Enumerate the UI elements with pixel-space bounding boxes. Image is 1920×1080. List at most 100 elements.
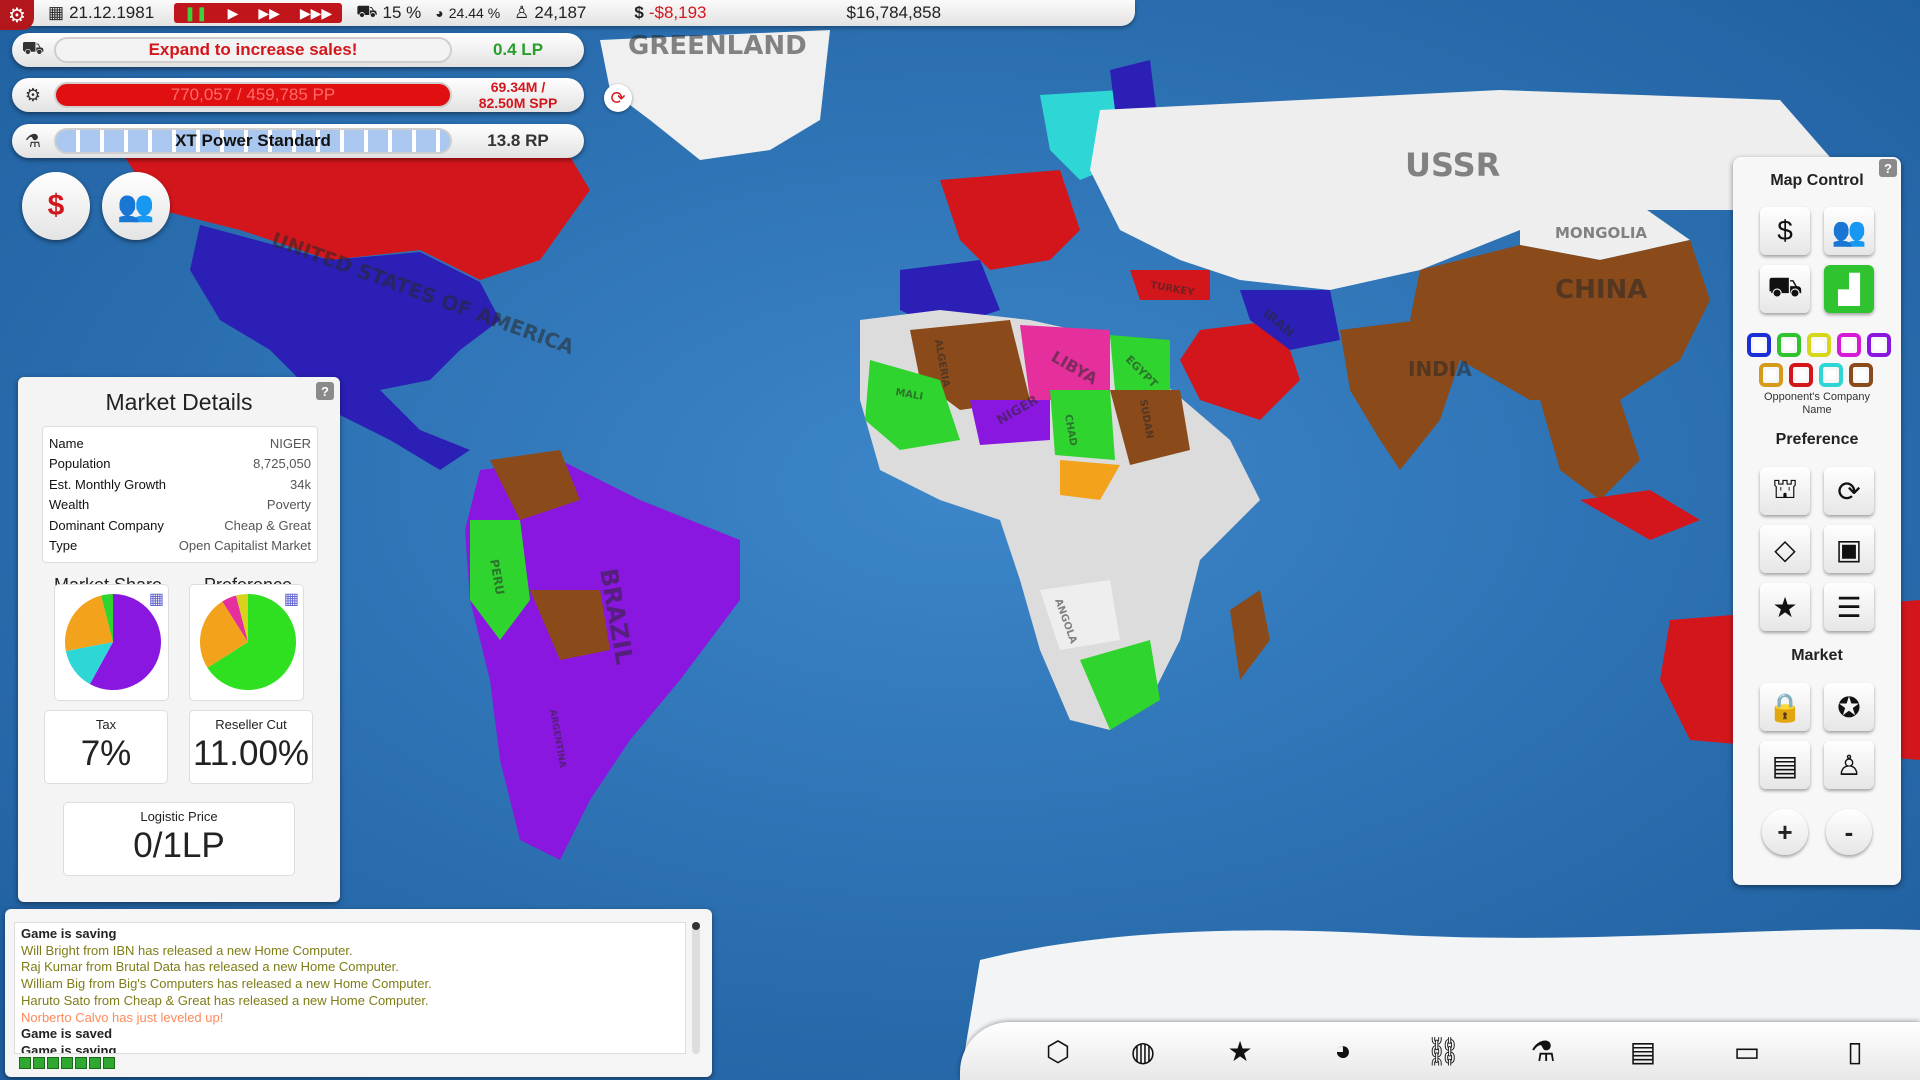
logistics-view-button[interactable]: ⛟ [1760, 265, 1810, 313]
play-icon[interactable]: ▶ [224, 5, 243, 22]
factory-icon: ⛫ [1772, 473, 1798, 504]
clock-icon: ⟳ [1837, 475, 1861, 507]
filter-alert-icon[interactable] [103, 1057, 115, 1069]
log-list[interactable]: Game is saving Will Bright from IBN has … [14, 922, 686, 1054]
log-line: Will Bright from IBN has released a new … [21, 942, 353, 958]
fastest-forward-icon[interactable]: ▶▶▶ [296, 5, 336, 22]
log-line: Game is saved [21, 1026, 113, 1042]
filter-market-icon[interactable] [47, 1057, 59, 1069]
detail-row: Type Open Capitalist Market [49, 538, 311, 554]
money-value: $16,784,858 [846, 3, 942, 22]
money-view-button[interactable]: $ [1760, 207, 1810, 255]
refresh-icon[interactable]: ⟳ [604, 84, 632, 112]
logistics-stat: ⛟ 15 % [356, 2, 421, 24]
log-line: William Big from Big's Computers has rel… [21, 976, 432, 992]
dollar-icon: $ [1777, 215, 1793, 246]
world-map-icon[interactable]: ◍ [1120, 1032, 1166, 1070]
profit-stat: $ -$8,193 [634, 3, 706, 23]
label-mongolia: MONGOLIA [1555, 224, 1647, 242]
company-swatch[interactable] [1837, 333, 1861, 357]
profit-value: -$8,193 [648, 3, 707, 22]
label-greenland: GREENLAND [628, 31, 807, 61]
filter-research-icon[interactable] [89, 1057, 101, 1069]
log-scrollbar[interactable] [692, 922, 700, 1054]
ranking-view-button[interactable]: ▟ [1824, 265, 1874, 313]
pause-icon[interactable]: ❚❚ [180, 5, 211, 22]
company-swatch[interactable] [1807, 333, 1831, 357]
table-icon[interactable]: ▦ [284, 589, 299, 609]
company-swatch[interactable] [1777, 333, 1801, 357]
production-bar: 770,057 / 459,785 PP [54, 82, 452, 108]
research-status[interactable]: ⚗ XT Power Standard 13.8 RP [12, 124, 584, 158]
country-chad[interactable] [1050, 390, 1115, 460]
filter-money-icon[interactable] [33, 1057, 45, 1069]
marketing-star-icon[interactable]: ★ [1217, 1032, 1263, 1070]
filter-product-icon[interactable] [75, 1057, 87, 1069]
locked-market-button[interactable]: 🔒 [1760, 683, 1810, 731]
top-bar: ⚙ ▦ 21.12.1981 ❚❚ ▶ ▶▶ ▶▶▶ ⛟ 15 % ◕ 24.4… [0, 0, 1135, 30]
brand-pref-button[interactable]: ★ [1760, 583, 1810, 631]
opponent-label-line2: Name [1802, 404, 1832, 416]
company-swatch[interactable] [1759, 363, 1783, 387]
money-stat: $16,784,858 [847, 3, 942, 23]
production-value-line1: 69.34M / [490, 79, 546, 95]
label-ussr: USSR [1405, 146, 1500, 184]
products-icon[interactable]: ⬡ [1035, 1032, 1081, 1070]
company-swatch[interactable] [1867, 333, 1891, 357]
scroll-knob[interactable] [692, 922, 700, 930]
table-icon[interactable]: ▦ [149, 589, 164, 609]
production-value-line2: 82.50M SPP [478, 95, 558, 111]
agent-icon: ♙ [1836, 749, 1862, 781]
log-line: Game is saving [21, 1042, 117, 1054]
fast-forward-icon[interactable]: ▶▶ [254, 5, 284, 22]
podium-icon: ▟ [1838, 273, 1860, 305]
zoom-in-button[interactable]: + [1762, 809, 1808, 855]
sales-status[interactable]: ⛟ Expand to increase sales! 0.4 LP [12, 33, 584, 67]
research-value: 13.8 RP [487, 131, 549, 150]
filter-all-icon[interactable] [19, 1057, 31, 1069]
cpu-pref-button[interactable]: ▣ [1824, 525, 1874, 573]
tax-box: Tax 7% [44, 710, 168, 784]
logistic-box: Logistic Price 0/1LP [63, 802, 295, 876]
contract-market-button[interactable]: ▤ [1760, 741, 1810, 789]
finance-button[interactable]: $ [22, 172, 90, 240]
mobile-device-icon[interactable]: ▯ [1832, 1032, 1878, 1070]
statistics-pie-icon[interactable]: ◕ [1320, 1032, 1366, 1070]
computer-design-icon[interactable]: ▭ [1724, 1032, 1770, 1070]
time-pref-button[interactable]: ⟳ [1824, 467, 1874, 515]
production-status[interactable]: ⚙ 770,057 / 459,785 PP 69.34M / 82.50M S… [12, 78, 584, 112]
company-swatch[interactable] [1849, 363, 1873, 387]
market-share-chart[interactable]: ▦ [54, 584, 169, 701]
reports-icon[interactable]: ▤ [1620, 1032, 1666, 1070]
preference-chart[interactable]: ▦ [189, 584, 304, 701]
quality-pref-button[interactable]: ◇ [1760, 525, 1810, 573]
speed-controls: ❚❚ ▶ ▶▶ ▶▶▶ [174, 3, 343, 23]
tax-value: 7% [80, 734, 132, 773]
company-swatch[interactable] [1747, 333, 1771, 357]
dollar-icon: $ [47, 189, 65, 222]
population-view-button[interactable]: 👥 [1824, 207, 1874, 255]
agent-market-button[interactable]: ♙ [1824, 741, 1874, 789]
log-line: Haruto Sato from Cheap & Great has relea… [21, 992, 429, 1008]
storage-pref-button[interactable]: ☰ [1824, 583, 1874, 631]
help-icon[interactable]: ? [316, 382, 334, 400]
research-microscope-icon[interactable]: ⚗ [1520, 1032, 1566, 1070]
company-swatch[interactable] [1789, 363, 1813, 387]
details-table: Name NIGER Population 8,725,050 Est. Month… [42, 426, 318, 563]
settings-gear-icon[interactable]: ⚙ [0, 0, 34, 30]
filter-staff-icon[interactable] [61, 1057, 73, 1069]
production-pref-button[interactable]: ⛫ [1760, 467, 1810, 515]
market-share-pct: 24.44 % [448, 5, 501, 21]
calendar-icon: ▦ [48, 3, 65, 22]
pie-chart-icon: ◕ [435, 5, 444, 21]
zoom-out-button[interactable]: - [1826, 809, 1872, 855]
staff-button[interactable]: 👥 [102, 172, 170, 240]
company-swatch[interactable] [1819, 363, 1843, 387]
detail-row: Name NIGER [49, 435, 311, 451]
construction-crane-icon[interactable]: ⛓ [1420, 1032, 1466, 1070]
logistic-value: 0/1LP [133, 826, 225, 865]
message-log: Game is saving Will Bright from IBN has … [5, 909, 712, 1077]
database-icon: ☰ [1836, 591, 1862, 623]
diamond-icon: ◇ [1774, 533, 1796, 565]
featured-market-button[interactable]: ✪ [1824, 683, 1874, 731]
